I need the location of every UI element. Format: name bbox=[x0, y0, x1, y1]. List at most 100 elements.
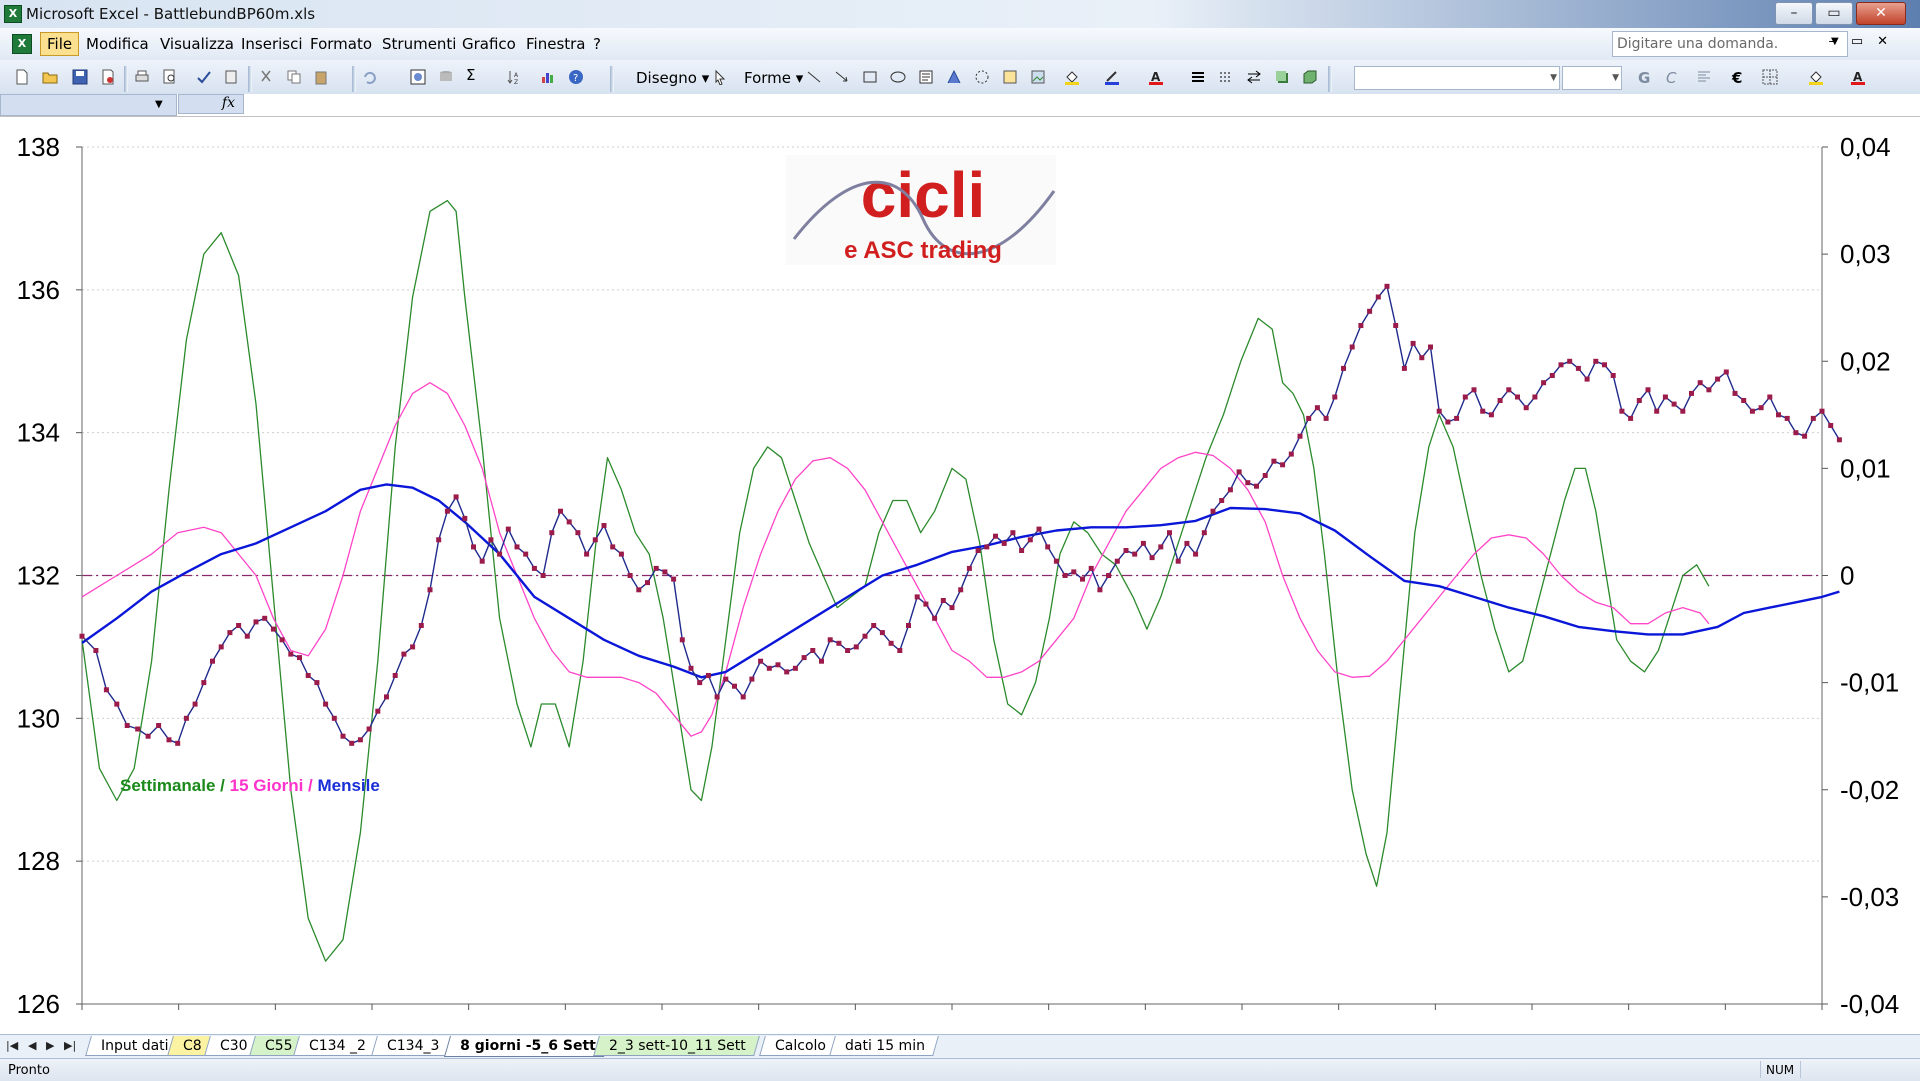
price-point-marker bbox=[479, 558, 485, 564]
copy-icon[interactable] bbox=[286, 69, 302, 85]
next-sheet-icon[interactable]: ▶ bbox=[46, 1039, 54, 1052]
cut-icon[interactable] bbox=[258, 69, 274, 85]
right-axis-tick-label: -0,02 bbox=[1840, 775, 1899, 805]
sheet-tab-2-3-sett[interactable]: 2_3 sett-10_11 Sett bbox=[593, 1036, 760, 1056]
sheet-tab-c134-3[interactable]: C134_3 bbox=[371, 1036, 454, 1056]
insert-function-button[interactable]: fx bbox=[178, 94, 244, 114]
line-color-icon[interactable] bbox=[1104, 69, 1120, 85]
line-icon[interactable] bbox=[806, 69, 822, 85]
price-point-marker bbox=[1045, 544, 1051, 550]
menu-file[interactable]: File bbox=[40, 32, 80, 56]
help-icon[interactable]: ? bbox=[568, 69, 584, 85]
insert-hyperlink-icon[interactable] bbox=[410, 69, 426, 85]
borders-icon[interactable] bbox=[1762, 69, 1778, 85]
menu-modifica[interactable]: Modifica bbox=[86, 35, 149, 53]
print-preview-icon[interactable] bbox=[162, 69, 178, 85]
autosum-icon[interactable]: Σ bbox=[466, 66, 475, 84]
select-objects-icon[interactable] bbox=[712, 69, 728, 85]
menu-inserisci[interactable]: Inserisci bbox=[241, 35, 303, 53]
minimize-button[interactable]: – bbox=[1775, 2, 1813, 25]
font-name-combo[interactable]: ▼ bbox=[1354, 66, 1560, 90]
database-icon[interactable] bbox=[438, 69, 454, 85]
chart-sheet[interactable]: 126 128 130 132 134 136 138 -0,04 -0,03 -0,02 -0,0… bbox=[0, 117, 1920, 1037]
arrow-style-icon[interactable] bbox=[1246, 69, 1262, 85]
bold-button[interactable]: G bbox=[1638, 69, 1650, 87]
euro-currency-button[interactable]: € bbox=[1732, 69, 1742, 87]
new-document-icon[interactable] bbox=[14, 69, 30, 85]
last-sheet-icon[interactable]: ▶| bbox=[64, 1039, 76, 1052]
menu-visualizza[interactable]: Visualizza bbox=[160, 35, 234, 53]
prev-sheet-icon[interactable]: ◀ bbox=[28, 1039, 36, 1052]
menu-finestra[interactable]: Finestra bbox=[526, 35, 586, 53]
font-color-icon[interactable]: A bbox=[1850, 69, 1866, 85]
font-color-icon[interactable]: A bbox=[1148, 69, 1164, 85]
drawing-menu[interactable]: Disegno ▾ bbox=[636, 69, 709, 87]
workbook-window-controls[interactable]: ‒▭✕ bbox=[1829, 34, 1902, 49]
chart[interactable]: 126 128 130 132 134 136 138 -0,04 -0,03 -0,02 -0,0… bbox=[0, 117, 1920, 1035]
price-point-marker bbox=[210, 658, 215, 664]
price-point-marker bbox=[1636, 398, 1642, 403]
research-icon[interactable] bbox=[224, 69, 240, 85]
price-point-marker bbox=[679, 637, 685, 643]
wordart-icon[interactable] bbox=[946, 69, 962, 85]
print-icon[interactable] bbox=[134, 69, 150, 85]
diagram-icon[interactable] bbox=[974, 69, 990, 85]
menu-strumenti[interactable]: Strumenti bbox=[382, 35, 456, 53]
price-point-marker bbox=[145, 733, 151, 739]
maximize-button[interactable]: ▭ bbox=[1815, 2, 1853, 25]
sheet-tab-8-giorni[interactable]: 8 giorni -5_6 Sett bbox=[443, 1036, 610, 1057]
sheet-tab-calcolo[interactable]: Calcolo bbox=[759, 1036, 840, 1056]
price-point-marker bbox=[1732, 390, 1738, 396]
name-box[interactable]: ▼ bbox=[0, 94, 177, 116]
first-sheet-icon[interactable]: |◀ bbox=[6, 1039, 18, 1052]
price-point-marker bbox=[723, 676, 729, 682]
price-point-marker bbox=[827, 637, 833, 643]
price-point-marker bbox=[1541, 380, 1547, 386]
workbook-icon[interactable]: X bbox=[12, 34, 32, 54]
menu-formato[interactable]: Formato bbox=[310, 35, 372, 53]
font-size-combo[interactable]: ▼ bbox=[1562, 66, 1622, 90]
sheet-tab-c134-2[interactable]: C134 _2 bbox=[293, 1036, 380, 1056]
price-point-marker bbox=[124, 723, 130, 728]
close-button[interactable]: ✕ bbox=[1856, 2, 1906, 25]
price-point-marker bbox=[1662, 394, 1668, 400]
sort-ascending-icon[interactable]: AZ bbox=[506, 69, 522, 85]
chart-wizard-icon[interactable] bbox=[540, 69, 556, 85]
align-left-icon[interactable] bbox=[1696, 69, 1712, 85]
text-box-icon[interactable] bbox=[918, 69, 934, 85]
price-point-marker bbox=[384, 694, 389, 700]
arrow-icon[interactable] bbox=[834, 69, 850, 85]
rectangle-icon[interactable] bbox=[862, 69, 878, 85]
spelling-icon[interactable] bbox=[196, 69, 212, 85]
insert-picture-icon[interactable] bbox=[1030, 69, 1046, 85]
dash-style-icon[interactable] bbox=[1218, 69, 1234, 85]
fill-color-icon[interactable] bbox=[1808, 69, 1824, 85]
permission-icon[interactable] bbox=[100, 69, 116, 85]
fill-color-icon[interactable] bbox=[1064, 69, 1080, 85]
left-axis-tick-label: 132 bbox=[17, 561, 60, 591]
save-icon[interactable] bbox=[72, 69, 88, 85]
excel-app-icon[interactable]: X bbox=[4, 5, 22, 23]
price-point-marker bbox=[966, 565, 972, 571]
ask-question-box[interactable]: Digitare una domanda. bbox=[1612, 31, 1848, 57]
italic-button[interactable]: C bbox=[1666, 69, 1676, 87]
undo-icon[interactable] bbox=[362, 69, 378, 85]
line-style-icon[interactable] bbox=[1190, 69, 1206, 85]
autoshapes-menu-label: Forme bbox=[744, 69, 792, 87]
open-folder-icon[interactable] bbox=[42, 69, 58, 85]
sheet-tab-dati-15-min[interactable]: dati 15 min bbox=[829, 1036, 939, 1056]
3d-style-icon[interactable] bbox=[1302, 69, 1318, 85]
paste-icon[interactable] bbox=[314, 69, 330, 85]
price-point-marker bbox=[662, 569, 668, 575]
price-point-marker bbox=[1236, 469, 1242, 475]
shadow-style-icon[interactable] bbox=[1274, 69, 1290, 85]
oval-icon[interactable] bbox=[890, 69, 906, 85]
price-point-marker bbox=[1532, 394, 1538, 400]
sheet-tab-label: Input dati bbox=[101, 1038, 169, 1054]
clip-art-icon[interactable] bbox=[1002, 69, 1018, 85]
menu-grafico[interactable]: Grafico bbox=[462, 35, 516, 53]
svg-text:?: ? bbox=[573, 73, 578, 84]
menu-help[interactable]: ? bbox=[593, 35, 601, 53]
sheet-tab-label: C134 _2 bbox=[309, 1038, 366, 1054]
autoshapes-menu[interactable]: Forme ▾ bbox=[744, 69, 803, 87]
